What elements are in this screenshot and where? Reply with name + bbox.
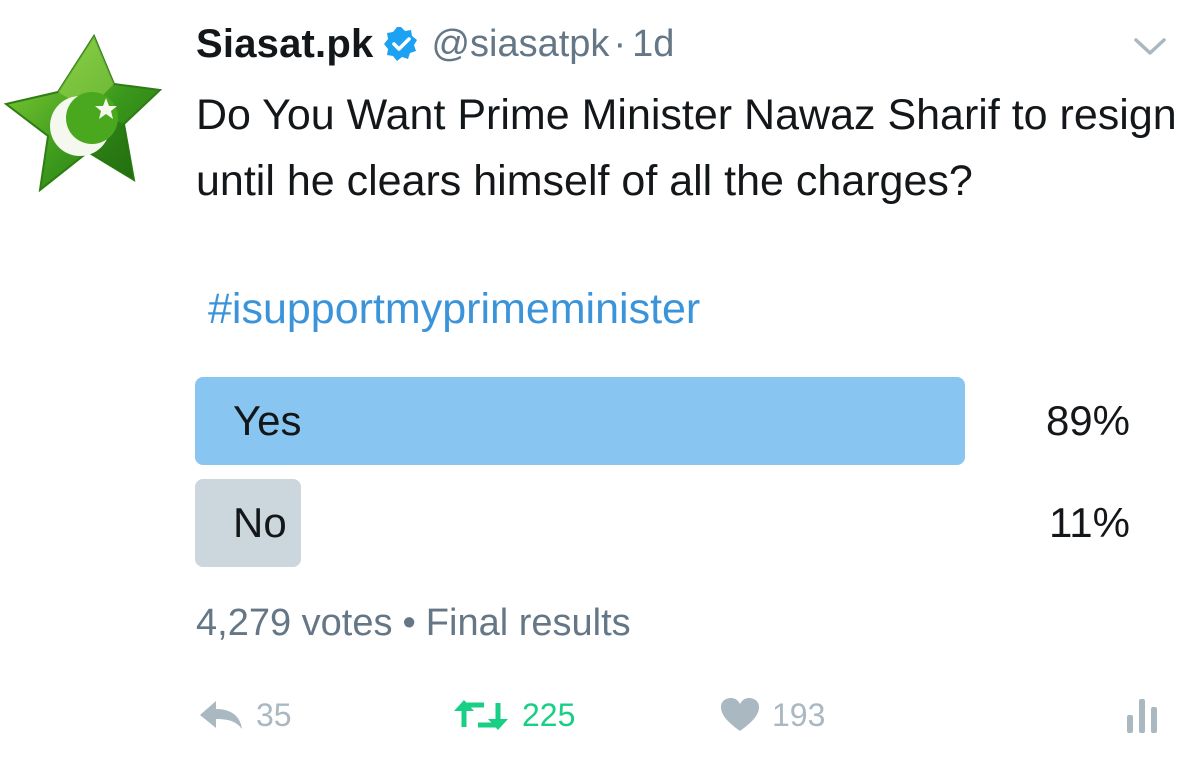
- user-handle[interactable]: @siasatpk: [431, 23, 609, 66]
- poll-bar: [195, 377, 965, 465]
- analytics-button[interactable]: [1125, 690, 1173, 740]
- analytics-icon: [1127, 699, 1157, 733]
- poll-option-percent: 11%: [1049, 499, 1130, 546]
- reply-count: 35: [256, 696, 292, 733]
- poll-summary-separator: •: [402, 602, 416, 644]
- timestamp[interactable]: 1d: [632, 23, 674, 66]
- display-name[interactable]: Siasat.pk: [196, 22, 373, 67]
- verified-badge-icon: [383, 26, 419, 62]
- hashtag-link[interactable]: #isupportmyprimeminister: [208, 276, 700, 342]
- tweet-text: Do You Want Prime Minister Nawaz Sharif …: [196, 91, 1177, 205]
- poll-votes: 4,279 votes: [196, 602, 393, 644]
- avatar[interactable]: [2, 30, 163, 200]
- header-separator: ·: [613, 22, 627, 65]
- tweet-actions: 35 225 193: [0, 690, 1200, 740]
- retweet-button[interactable]: 225: [452, 690, 575, 740]
- poll-option-percent: 89%: [1045, 397, 1130, 444]
- reply-button[interactable]: 35: [198, 690, 292, 740]
- poll-option-no: No 11%: [195, 479, 1130, 567]
- reply-icon: [200, 701, 242, 729]
- like-button[interactable]: 193: [720, 690, 825, 740]
- retweet-icon: [454, 700, 508, 730]
- tweet-header: Siasat.pk @siasatpk · 1d: [196, 16, 674, 72]
- poll-option-yes: Yes 89%: [195, 377, 1130, 465]
- avatar-star-crescent-icon: [3, 33, 163, 193]
- retweet-count: 225: [522, 696, 576, 733]
- chevron-down-icon[interactable]: [1130, 34, 1170, 60]
- like-count: 193: [772, 696, 826, 733]
- poll-option-label: No: [233, 499, 287, 546]
- poll-status: Final results: [425, 602, 631, 644]
- poll-summary: 4,279 votes • Final results: [196, 602, 631, 645]
- heart-icon: [721, 698, 759, 731]
- poll-option-label: Yes: [233, 397, 302, 444]
